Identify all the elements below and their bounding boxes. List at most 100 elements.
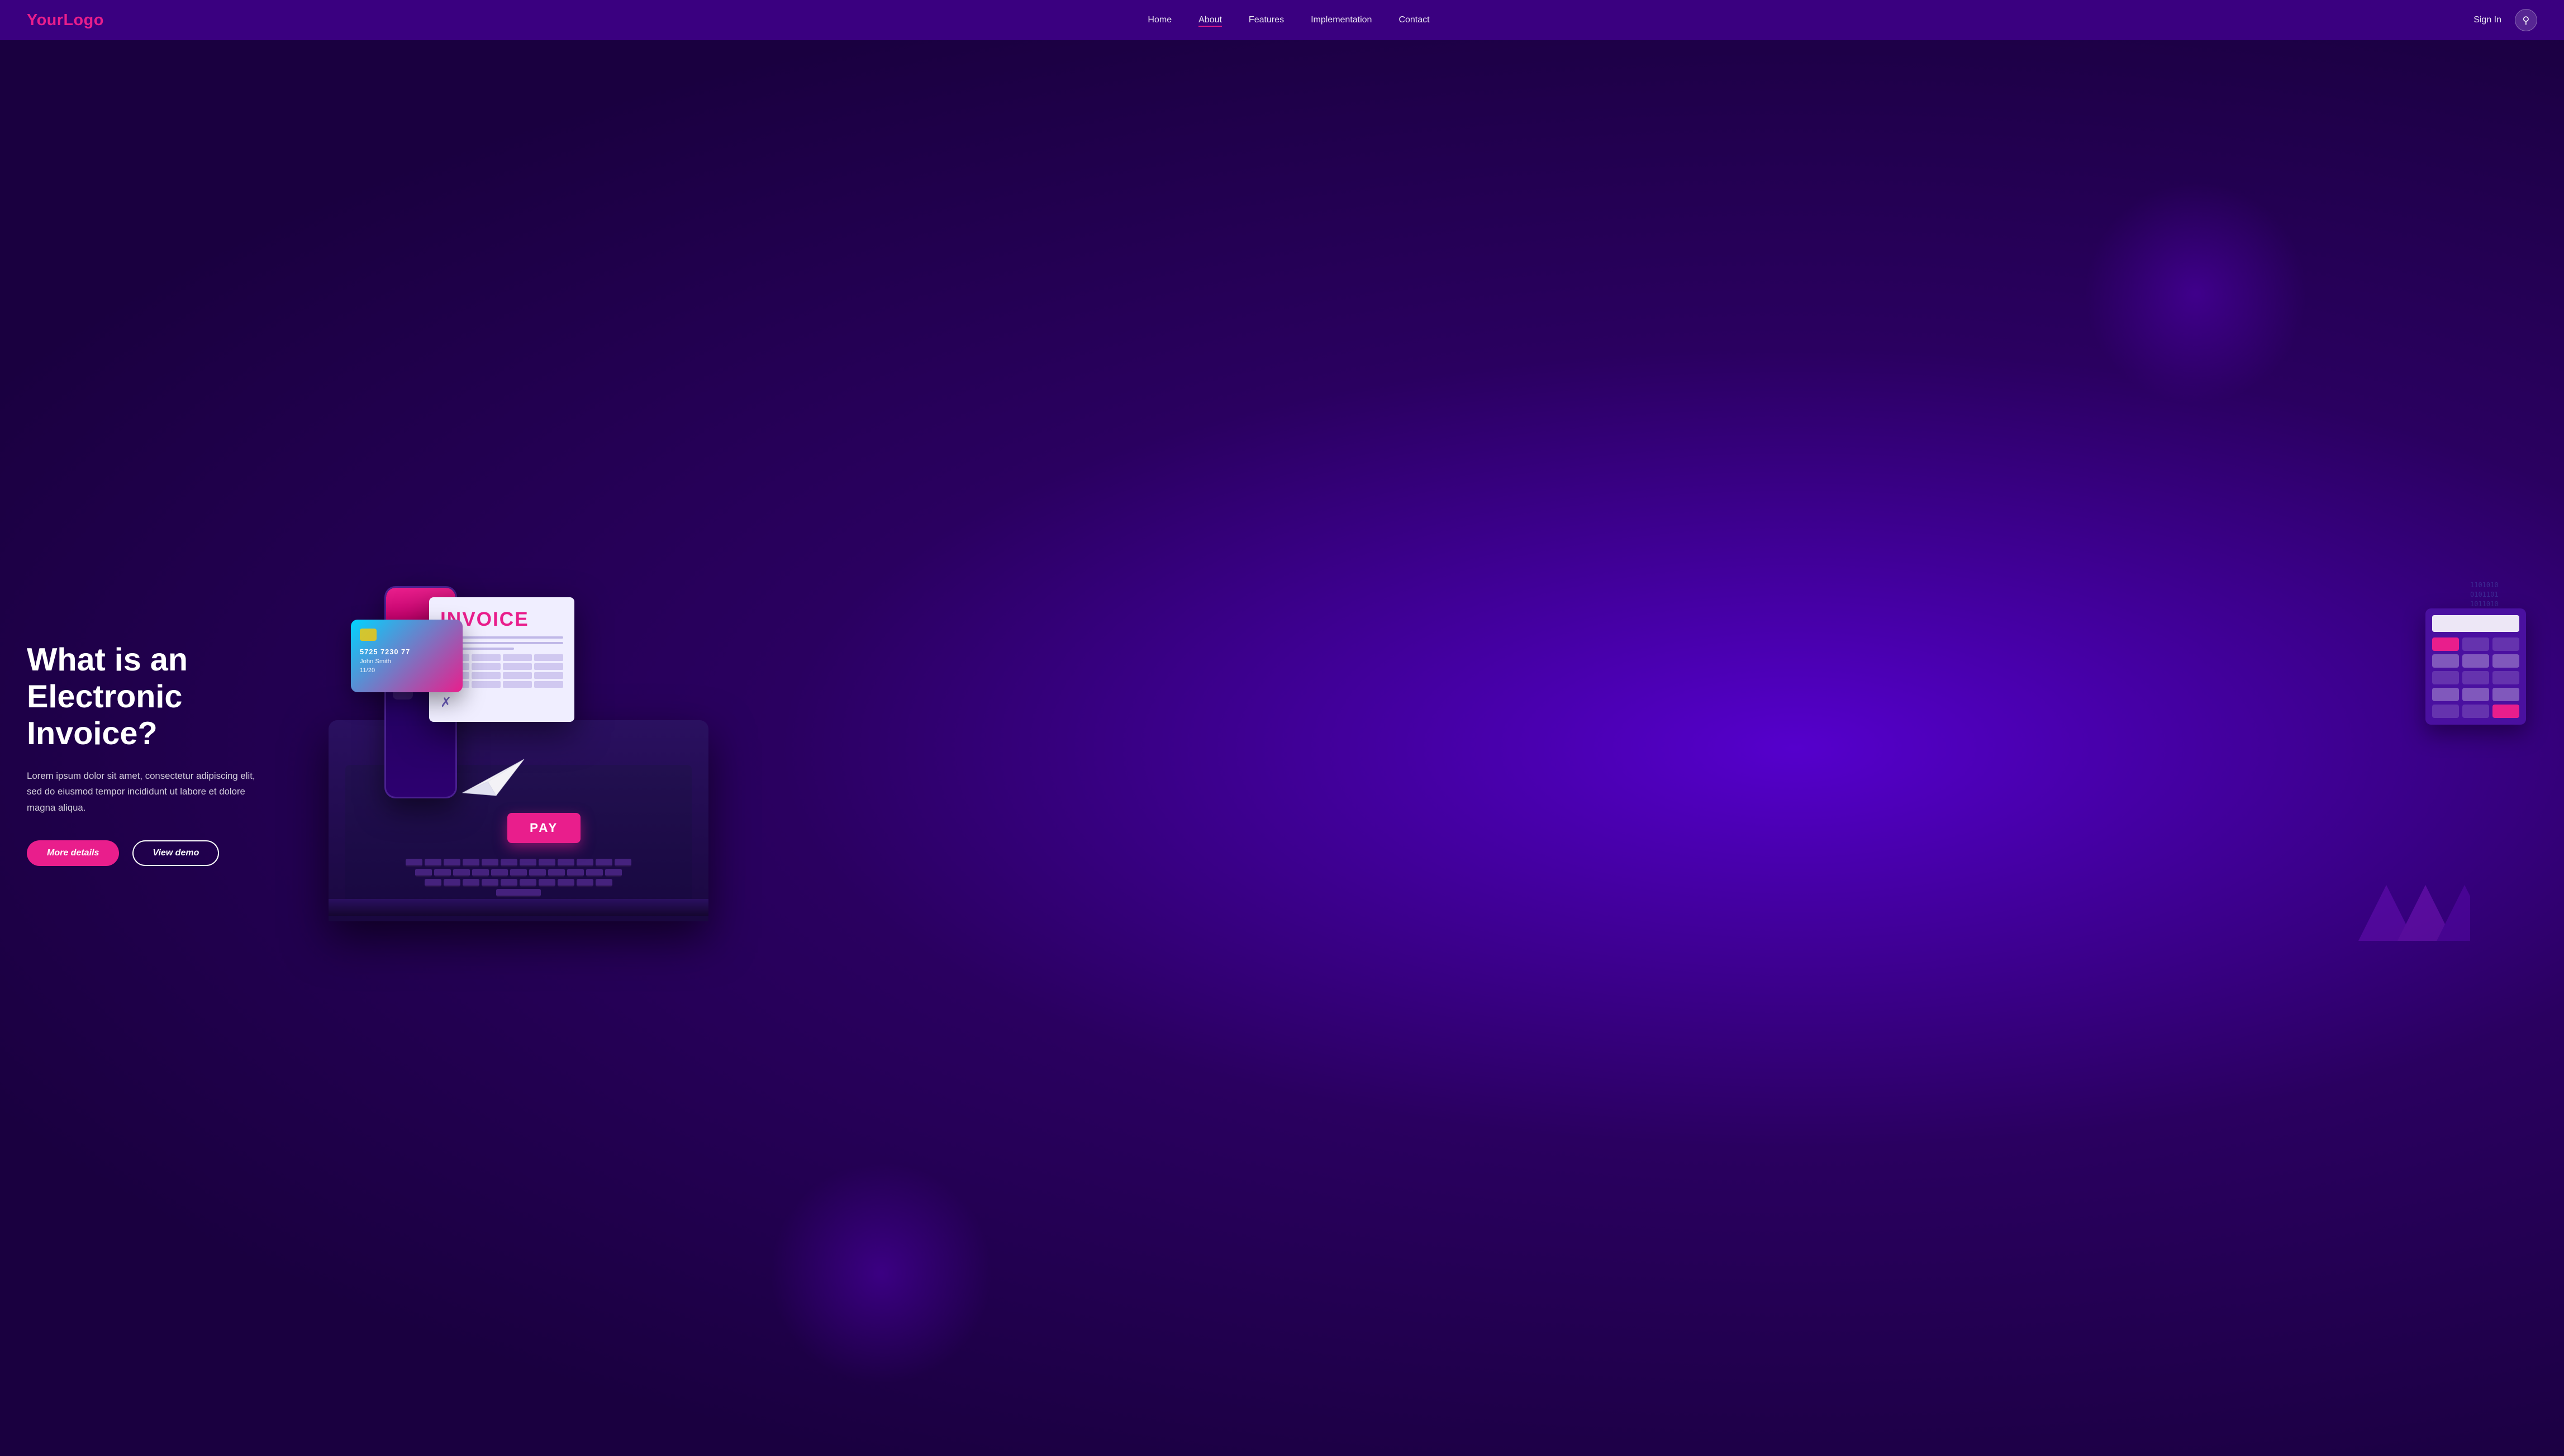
card-chip — [360, 629, 377, 641]
key — [482, 879, 498, 887]
invoice-cell — [503, 654, 532, 661]
nav-link-features[interactable]: Features — [1249, 15, 1284, 25]
invoice-cell — [472, 654, 501, 661]
key-row-3 — [368, 879, 669, 887]
laptop-base — [329, 899, 708, 916]
calculator-buttons — [2432, 637, 2519, 718]
calc-btn — [2462, 654, 2489, 668]
view-demo-button[interactable]: View demo — [132, 840, 219, 866]
invoice-cell — [503, 672, 532, 679]
nav-link-implementation[interactable]: Implementation — [1311, 15, 1372, 25]
calc-btn — [2432, 654, 2459, 668]
hero-buttons: More details View demo — [27, 840, 317, 866]
key — [520, 859, 536, 867]
key — [615, 859, 631, 867]
key — [510, 869, 527, 877]
nav-item-features[interactable]: Features — [1249, 15, 1284, 25]
key-row-4 — [368, 889, 669, 897]
invoice-cell — [534, 672, 563, 679]
sign-in-link[interactable]: Sign In — [2473, 15, 2501, 25]
navbar: YourLogo Home About Features Implementat… — [0, 0, 2564, 40]
key — [444, 879, 460, 887]
key — [596, 879, 612, 887]
nav-links: Home About Features Implementation Conta… — [1148, 15, 1429, 25]
key — [406, 859, 422, 867]
hero-description: Lorem ipsum dolor sit amet, consectetur … — [27, 768, 273, 816]
calc-btn — [2492, 688, 2519, 701]
nav-right: Sign In ⚲ — [2473, 9, 2537, 31]
calc-btn — [2462, 637, 2489, 651]
invoice-cell — [534, 654, 563, 661]
key-row-1 — [368, 859, 669, 867]
calc-btn — [2492, 637, 2519, 651]
key — [482, 859, 498, 867]
key — [548, 869, 565, 877]
key — [605, 869, 622, 877]
invoice-cell — [534, 663, 563, 670]
key — [415, 869, 432, 877]
key — [529, 869, 546, 877]
paper-plane-illustration — [457, 748, 530, 798]
nav-item-home[interactable]: Home — [1148, 15, 1172, 25]
key — [501, 879, 517, 887]
pay-button-illustration: PAY — [507, 813, 581, 843]
key — [472, 869, 489, 877]
invoice-cell — [472, 672, 501, 679]
key — [453, 869, 470, 877]
calc-btn — [2462, 705, 2489, 718]
search-icon: ⚲ — [2523, 15, 2530, 26]
card-name: John Smith — [360, 658, 454, 665]
calc-btn — [2432, 637, 2459, 651]
calc-btn — [2432, 671, 2459, 684]
key — [586, 869, 603, 877]
card-number: 5725 7230 77 — [360, 648, 454, 656]
key — [434, 869, 451, 877]
key — [463, 859, 479, 867]
invoice-cell — [503, 663, 532, 670]
key — [463, 879, 479, 887]
nav-link-home[interactable]: Home — [1148, 15, 1172, 25]
key — [425, 859, 441, 867]
key — [520, 879, 536, 887]
key — [558, 859, 574, 867]
hero-illustration: 1101010010110110110100110101101011001010… — [317, 553, 2537, 944]
space-key — [496, 889, 541, 897]
key — [491, 869, 508, 877]
calc-btn — [2462, 688, 2489, 701]
key — [425, 879, 441, 887]
invoice-signature: ✗ — [440, 694, 563, 711]
nav-item-implementation[interactable]: Implementation — [1311, 15, 1372, 25]
calc-btn — [2462, 671, 2489, 684]
credit-card: 5725 7230 77 John Smith 11/20 — [351, 620, 463, 692]
calc-btn — [2432, 688, 2459, 701]
key — [577, 879, 593, 887]
hero-section: What is an Electronic Invoice? Lorem ips… — [0, 40, 2564, 1456]
hero-title: What is an Electronic Invoice? — [27, 641, 317, 753]
search-button[interactable]: ⚲ — [2515, 9, 2537, 31]
key — [539, 859, 555, 867]
nav-item-about[interactable]: About — [1198, 15, 1222, 25]
key-row-2 — [368, 869, 669, 877]
key — [539, 879, 555, 887]
key — [501, 859, 517, 867]
key — [577, 859, 593, 867]
invoice-cell — [472, 681, 501, 688]
glow-effect-2 — [769, 1162, 993, 1385]
calc-btn — [2492, 654, 2519, 668]
calc-btn — [2492, 705, 2519, 718]
calculator-display — [2432, 615, 2519, 632]
invoice-cell — [534, 681, 563, 688]
nav-link-about[interactable]: About — [1198, 15, 1222, 27]
nav-item-contact[interactable]: Contact — [1398, 15, 1429, 25]
nav-link-contact[interactable]: Contact — [1398, 15, 1429, 25]
more-details-button[interactable]: More details — [27, 840, 119, 866]
bottom-arrow-decorations — [2358, 885, 2470, 944]
calc-btn — [2432, 705, 2459, 718]
logo[interactable]: YourLogo — [27, 11, 104, 30]
key — [558, 879, 574, 887]
key — [596, 859, 612, 867]
key — [567, 869, 584, 877]
calculator — [2425, 608, 2526, 725]
glow-effect-1 — [2084, 182, 2308, 405]
hero-content: What is an Electronic Invoice? Lorem ips… — [27, 630, 317, 866]
